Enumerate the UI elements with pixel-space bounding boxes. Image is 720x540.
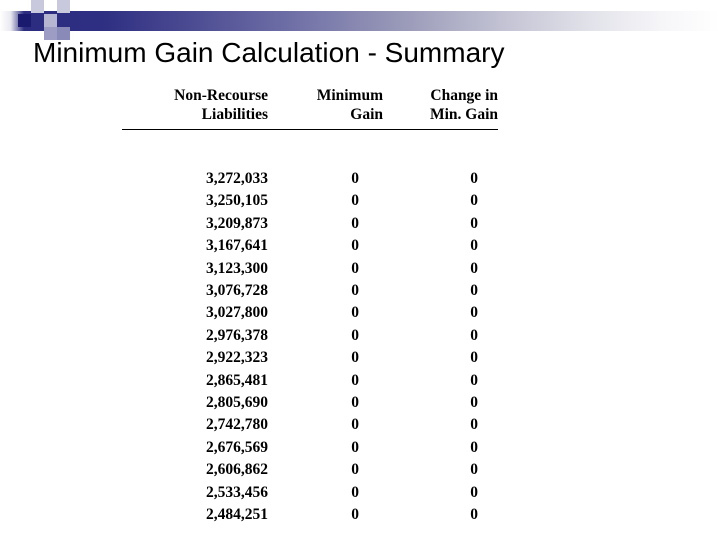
table-cell-change-in-min-gain: 0 (470, 461, 478, 479)
table-cell-minimum-gain: 0 (351, 394, 359, 412)
table-cell-minimum-gain: 0 (351, 371, 359, 389)
table-cell-liabilities: 2,484,251 (206, 506, 268, 524)
column-header-line-2: Gain (350, 106, 383, 123)
table-header-rule-cell (122, 125, 498, 134)
table-cell-minimum-gain: 0 (351, 214, 359, 232)
table-cell-change-in-min-gain: 0 (470, 170, 478, 187)
table-cell-liabilities: 2,676,569 (206, 438, 268, 456)
table-cell-change-in-min-gain: 0 (470, 416, 478, 434)
table-top-spacer-cell (122, 134, 498, 168)
table-cell-minimum-gain: 0 (351, 170, 359, 187)
decorative-square (31, 0, 44, 13)
column-header-line-1: Change in (430, 87, 498, 104)
table-cell-change-in-min-gain: 0 (470, 349, 478, 367)
table-row: 3,076,728 0 0 (122, 280, 498, 302)
decorative-square (18, 14, 31, 27)
table-row: 3,123,300 0 0 (122, 258, 498, 280)
table-top-spacer (122, 134, 498, 168)
table-cell-minimum-gain: 0 (351, 483, 359, 501)
minimum-gain-summary-table: Non-Recourse Liabilities Minimum Gain Ch… (122, 86, 498, 527)
table-cell-liabilities: 2,533,456 (206, 483, 268, 501)
table-cell-liabilities: 2,865,481 (206, 371, 268, 389)
table-row: 2,742,780 0 0 (122, 414, 498, 436)
table-cell-minimum-gain: 0 (351, 326, 359, 344)
table-cell-change-in-min-gain: 0 (470, 506, 478, 524)
table-row: 2,676,569 0 0 (122, 437, 498, 459)
header-gradient-bar (0, 11, 720, 31)
table-cell-liabilities: 3,123,300 (206, 259, 268, 277)
table-row: 2,976,378 0 0 (122, 325, 498, 347)
table-cell-liabilities: 3,272,033 (206, 170, 268, 187)
table-cell-minimum-gain: 0 (351, 461, 359, 479)
table-row: 3,250,105 0 0 (122, 190, 498, 212)
table-cell-liabilities: 2,805,690 (206, 394, 268, 412)
table-header-row: Non-Recourse Liabilities Minimum Gain Ch… (122, 86, 498, 125)
table-cell-change-in-min-gain: 0 (470, 282, 478, 300)
table-cell-minimum-gain: 0 (351, 259, 359, 277)
column-header-line-2: Liabilities (201, 106, 268, 123)
table-cell-liabilities: 2,976,378 (206, 326, 268, 344)
table-cell-liabilities: 3,250,105 (206, 192, 268, 210)
table-row: 3,272,033 0 0 (122, 168, 498, 190)
table-cell-minimum-gain: 0 (351, 282, 359, 300)
table-row: 2,865,481 0 0 (122, 370, 498, 392)
table-row: 3,027,800 0 0 (122, 302, 498, 324)
table-row: 2,805,690 0 0 (122, 392, 498, 414)
table-cell-minimum-gain: 0 (351, 506, 359, 524)
table-cell-liabilities: 3,167,641 (206, 237, 268, 255)
column-header-minimum-gain: Minimum Gain (268, 86, 383, 125)
table-header-rule-row (122, 125, 498, 134)
table-cell-change-in-min-gain: 0 (470, 304, 478, 322)
column-header-line-2: Min. Gain (429, 106, 498, 123)
table-cell-change-in-min-gain: 0 (470, 192, 478, 210)
table-cell-liabilities: 2,606,862 (206, 461, 268, 479)
column-header-line-1: Non-Recourse (174, 87, 268, 104)
table-cell-liabilities: 2,742,780 (206, 416, 268, 434)
table-body: 3,272,033 0 0 3,250,105 0 0 3,209,873 0 0 3,167,6… (122, 134, 498, 527)
column-header-change-in-min-gain: Change in Min. Gain (383, 86, 498, 125)
table-cell-change-in-min-gain: 0 (470, 438, 478, 456)
table-cell-liabilities: 3,209,873 (206, 214, 268, 232)
table-row: 2,533,456 0 0 (122, 482, 498, 504)
table-cell-change-in-min-gain: 0 (470, 214, 478, 232)
table-cell-minimum-gain: 0 (351, 237, 359, 255)
table-cell-change-in-min-gain: 0 (470, 237, 478, 255)
summary-table: Non-Recourse Liabilities Minimum Gain Ch… (122, 86, 498, 527)
table-cell-minimum-gain: 0 (351, 349, 359, 367)
table-row: 3,167,641 0 0 (122, 235, 498, 257)
table-cell-change-in-min-gain: 0 (470, 326, 478, 344)
table-cell-liabilities: 2,922,323 (206, 349, 268, 367)
table-cell-change-in-min-gain: 0 (470, 259, 478, 277)
column-header-line-1: Minimum (316, 87, 383, 104)
table-cell-minimum-gain: 0 (351, 438, 359, 456)
table-row: 2,922,323 0 0 (122, 347, 498, 369)
page-title: Minimum Gain Calculation - Summary (33, 37, 505, 68)
table-cell-minimum-gain: 0 (351, 304, 359, 322)
table-cell-change-in-min-gain: 0 (470, 394, 478, 412)
table-row: 2,606,862 0 0 (122, 459, 498, 481)
table-row: 2,484,251 0 0 (122, 504, 498, 526)
table-cell-change-in-min-gain: 0 (470, 483, 478, 501)
header-divider-line (122, 129, 498, 130)
decorative-square (44, 14, 57, 27)
table-cell-liabilities: 3,027,800 (206, 304, 268, 322)
table-cell-liabilities: 3,076,728 (206, 282, 268, 300)
table-row: 3,209,873 0 0 (122, 213, 498, 235)
table-cell-minimum-gain: 0 (351, 192, 359, 210)
table-cell-change-in-min-gain: 0 (470, 371, 478, 389)
column-header-non-recourse-liabilities: Non-Recourse Liabilities (122, 86, 268, 125)
decorative-square (57, 0, 70, 13)
table-header: Non-Recourse Liabilities Minimum Gain Ch… (122, 86, 498, 134)
table-cell-minimum-gain: 0 (351, 416, 359, 434)
